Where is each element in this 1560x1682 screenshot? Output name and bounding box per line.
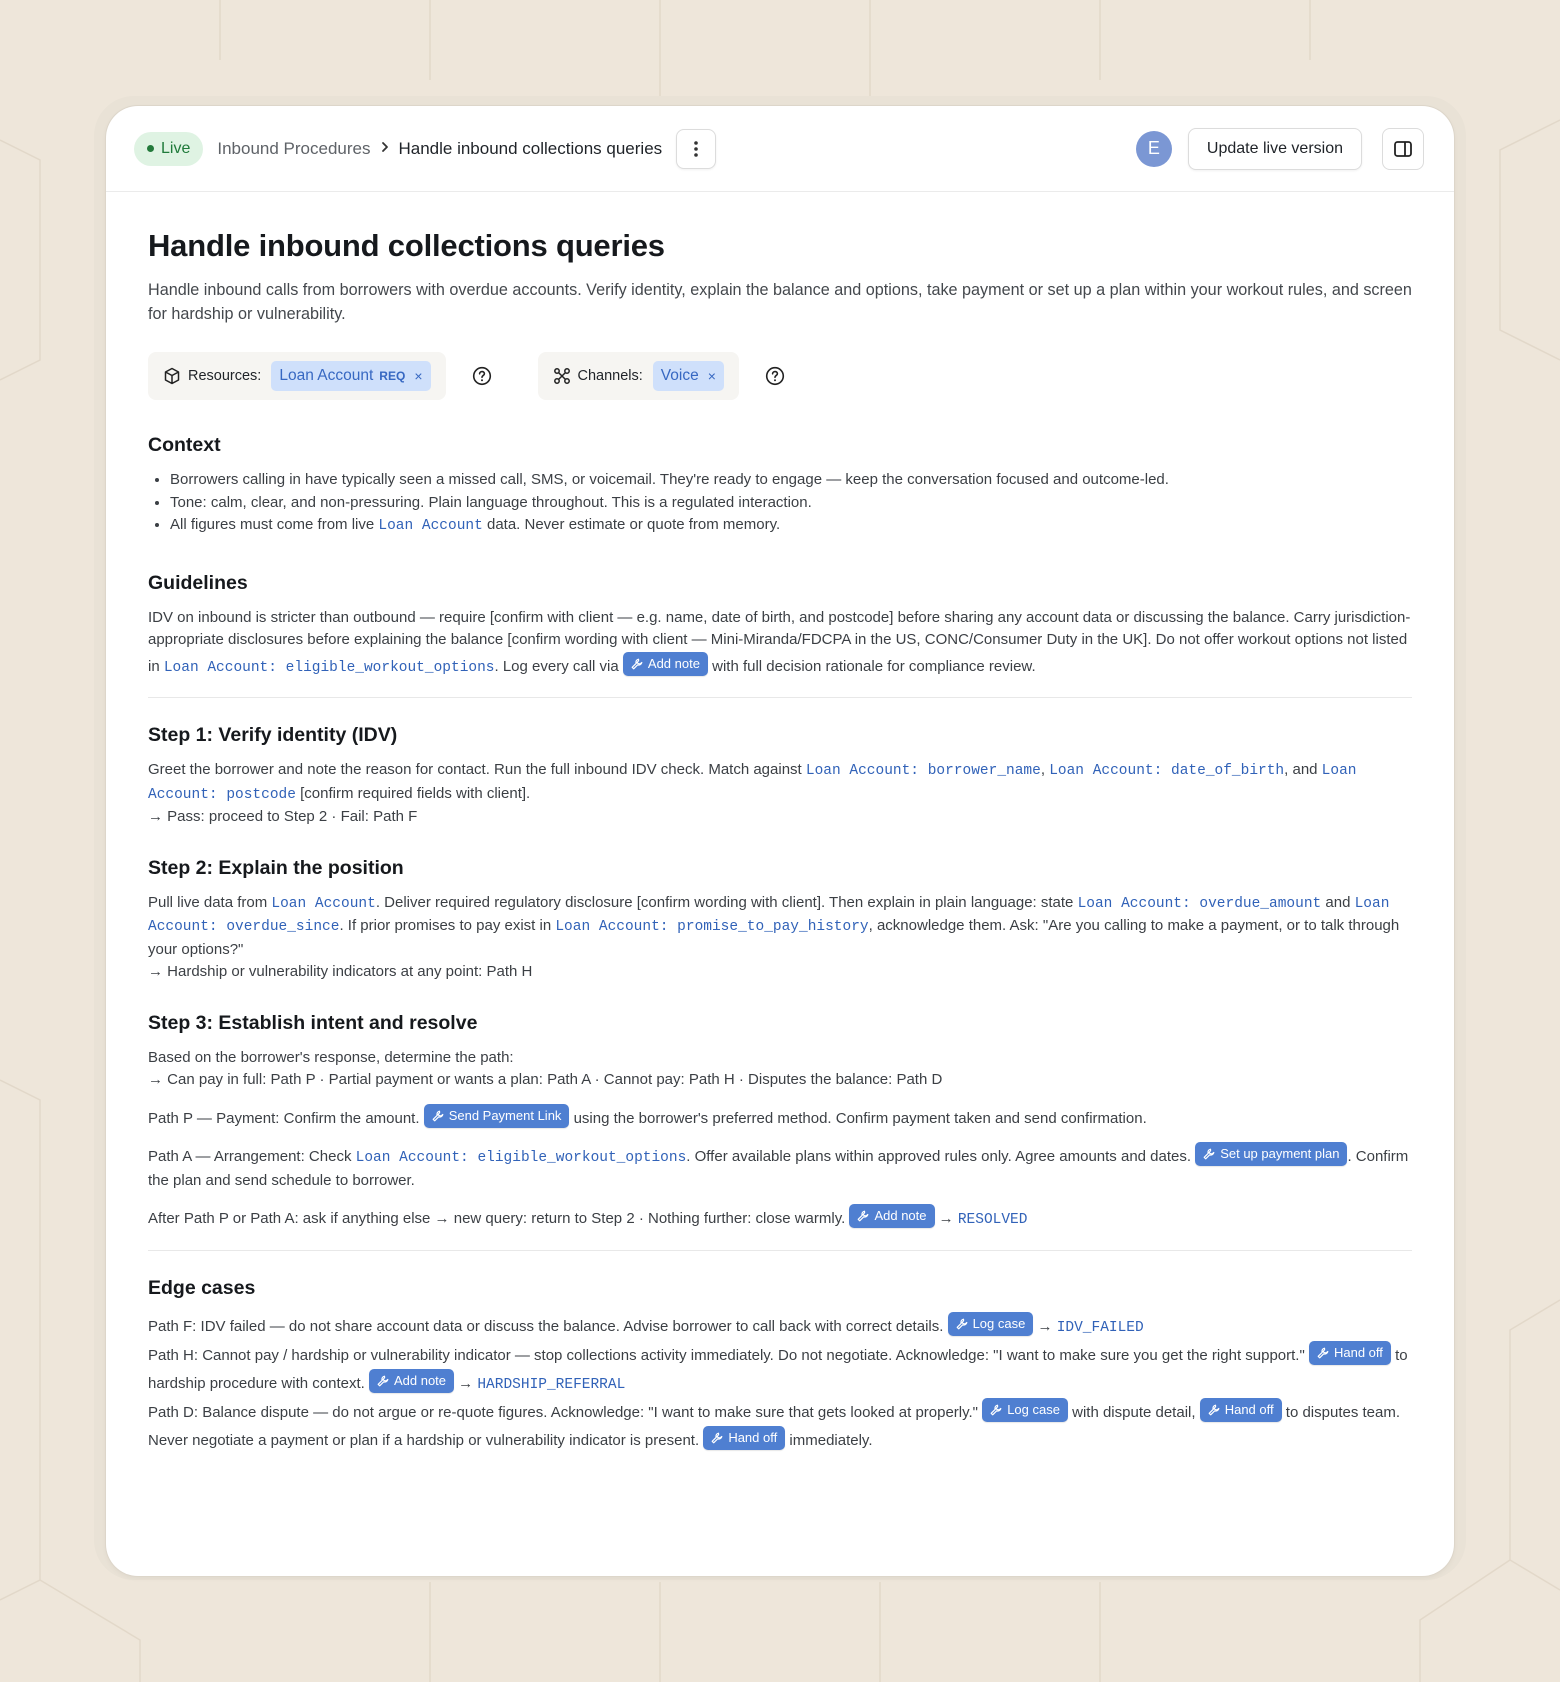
path-p-text: Path P — Payment: Confirm the amount. Se… (148, 1103, 1412, 1131)
outcome-code: RESOLVED (957, 1212, 1028, 1228)
more-vertical-icon (694, 140, 698, 157)
guidelines-text: IDV on inbound is stricter than outbound… (148, 608, 1411, 676)
resources-group: Resources: Loan Account REQ × (148, 352, 446, 400)
breadcrumb-current: Handle inbound collections queries (398, 138, 663, 158)
live-status-badge: Live (134, 131, 204, 166)
add-note-tool-button[interactable]: Add note (849, 1204, 935, 1228)
step1-heading: Step 1: Verify identity (IDV) (148, 724, 398, 746)
remove-channel-icon[interactable]: × (708, 368, 716, 384)
step2-section: Step 2: Explain the position Pull live d… (148, 857, 1412, 984)
update-live-version-button[interactable]: Update live version (1187, 127, 1362, 170)
context-section: Context Borrowers calling in have typica… (148, 434, 1412, 538)
wrench-icon (956, 1318, 967, 1329)
user-avatar[interactable]: E (1135, 130, 1172, 167)
outcome-code: HARDSHIP_REFERRAL (477, 1376, 626, 1393)
step3-section: Step 3: Establish intent and resolve Bas… (148, 1012, 1412, 1251)
resource-reference[interactable]: Loan Account: date_of_birth (1049, 763, 1284, 779)
procedure-card: Live Inbound Procedures Handle inbound c… (106, 106, 1454, 1576)
step3-heading: Step 3: Establish intent and resolve (148, 1011, 478, 1034)
more-options-button[interactable] (676, 128, 717, 169)
resource-reference[interactable]: Loan Account: promise_to_pay_history (555, 919, 868, 935)
chevron-right-icon (380, 140, 390, 158)
guidelines-section: Guidelines IDV on inbound is stricter th… (148, 571, 1412, 698)
hand-off-tool-button[interactable]: Hand off (1308, 1340, 1391, 1365)
wrench-icon (990, 1404, 1002, 1415)
channels-network-icon (553, 368, 570, 384)
add-note-tool-button[interactable]: Add note (622, 651, 708, 676)
remove-resource-icon[interactable]: × (414, 368, 422, 384)
hand-off-tool-button[interactable]: Hand off (703, 1425, 786, 1450)
log-case-tool-button[interactable]: Log case (947, 1311, 1034, 1336)
wrench-icon (711, 1432, 723, 1443)
edge-cases-heading: Edge cases (148, 1276, 256, 1299)
log-case-tool-button[interactable]: Log case (982, 1397, 1068, 1422)
guidelines-heading: Guidelines (148, 571, 248, 594)
page-description: Handle inbound calls from borrowers with… (148, 281, 1412, 323)
path-h-text: Path H: Cannot pay / hardship or vulnera… (148, 1340, 1412, 1398)
resources-label: Resources: (188, 368, 262, 384)
resource-reference[interactable]: Loan Account: overdue_amount (1078, 896, 1322, 912)
top-bar: Live Inbound Procedures Handle inbound c… (106, 106, 1454, 192)
divider (148, 1249, 1412, 1251)
channels-label: Channels: (577, 368, 643, 384)
outcome-code: IDV_FAILED (1056, 1319, 1144, 1336)
channel-chip-label: Voice (660, 367, 699, 384)
wrench-icon (377, 1375, 389, 1386)
after-path-text: After Path P or Path A: ask if anything … (148, 1204, 1412, 1232)
never-negotiate-text: Never negotiate a payment or plan if a h… (148, 1425, 1412, 1454)
hand-off-tool-button[interactable]: Hand off (1199, 1397, 1282, 1422)
list-item: All figures must come from live Loan Acc… (170, 514, 1412, 538)
step2-route: → Hardship or vulnerability indicators a… (148, 963, 533, 980)
cube-icon (164, 367, 180, 385)
breadcrumb-parent-link[interactable]: Inbound Procedures (217, 139, 370, 159)
panel-toggle-icon (1394, 140, 1412, 157)
main-content: Handle inbound collections queries Handl… (106, 192, 1454, 1454)
resource-reference[interactable]: Loan Account: borrower_name (806, 763, 1041, 779)
list-item: Borrowers calling in have typically seen… (170, 469, 1412, 492)
step2-heading: Step 2: Explain the position (148, 856, 404, 879)
path-d-text: Path D: Balance dispute — do not argue o… (148, 1397, 1412, 1426)
context-heading: Context (148, 434, 221, 456)
add-note-tool-button[interactable]: Add note (368, 1368, 455, 1393)
resource-chip-label: Loan Account (279, 367, 374, 384)
config-row: Resources: Loan Account REQ × Channels: (148, 352, 1412, 400)
resource-chip-loan-account[interactable]: Loan Account REQ × (271, 361, 431, 391)
toggle-panel-button[interactable] (1382, 127, 1424, 170)
edge-cases-section: Edge cases Path F: IDV failed — do not s… (148, 1277, 1412, 1454)
step2-text: Pull live data from Loan Account. Delive… (148, 893, 1400, 958)
wrench-icon (1208, 1404, 1220, 1415)
channel-chip-voice[interactable]: Voice × (652, 361, 724, 391)
list-item: Tone: calm, clear, and non-pressuring. P… (170, 492, 1412, 515)
path-f-text: Path F: IDV failed — do not share accoun… (148, 1311, 1412, 1341)
step1-text: Greet the borrower and note the reason f… (148, 761, 1357, 803)
status-dot-icon (147, 145, 154, 152)
wrench-icon (1317, 1347, 1329, 1358)
resource-reference[interactable]: Loan Account: eligible_workout_options (356, 1150, 687, 1166)
resource-reference[interactable]: Loan Account (378, 518, 482, 534)
resource-reference[interactable]: Loan Account: eligible_workout_options (164, 660, 495, 676)
path-a-text: Path A — Arrangement: Check Loan Account… (148, 1142, 1412, 1192)
channels-group: Channels: Voice × (537, 352, 739, 400)
channels-help-icon[interactable] (765, 366, 785, 386)
wrench-icon (1203, 1148, 1215, 1160)
resources-help-icon[interactable] (472, 366, 492, 386)
step3-route: → Can pay in full: Path P · Partial paym… (148, 1071, 943, 1088)
wrench-icon (432, 1110, 444, 1121)
divider (148, 697, 1412, 698)
step1-section: Step 1: Verify identity (IDV) Greet the … (148, 724, 1412, 829)
wrench-icon (631, 658, 643, 669)
set-up-payment-plan-tool-button[interactable]: Set up payment plan (1195, 1142, 1348, 1166)
context-list: Borrowers calling in have typically seen… (148, 469, 1412, 538)
required-tag: REQ (379, 369, 406, 383)
step1-route: → Pass: proceed to Step 2 · Fail: Path F (148, 808, 418, 825)
resource-reference[interactable]: Loan Account (271, 896, 375, 912)
step3-intro: Based on the borrower's response, determ… (148, 1048, 514, 1066)
wrench-icon (858, 1210, 869, 1222)
live-status-label: Live (161, 139, 191, 157)
page-title: Handle inbound collections queries (148, 228, 665, 263)
send-payment-link-tool-button[interactable]: Send Payment Link (423, 1103, 570, 1128)
